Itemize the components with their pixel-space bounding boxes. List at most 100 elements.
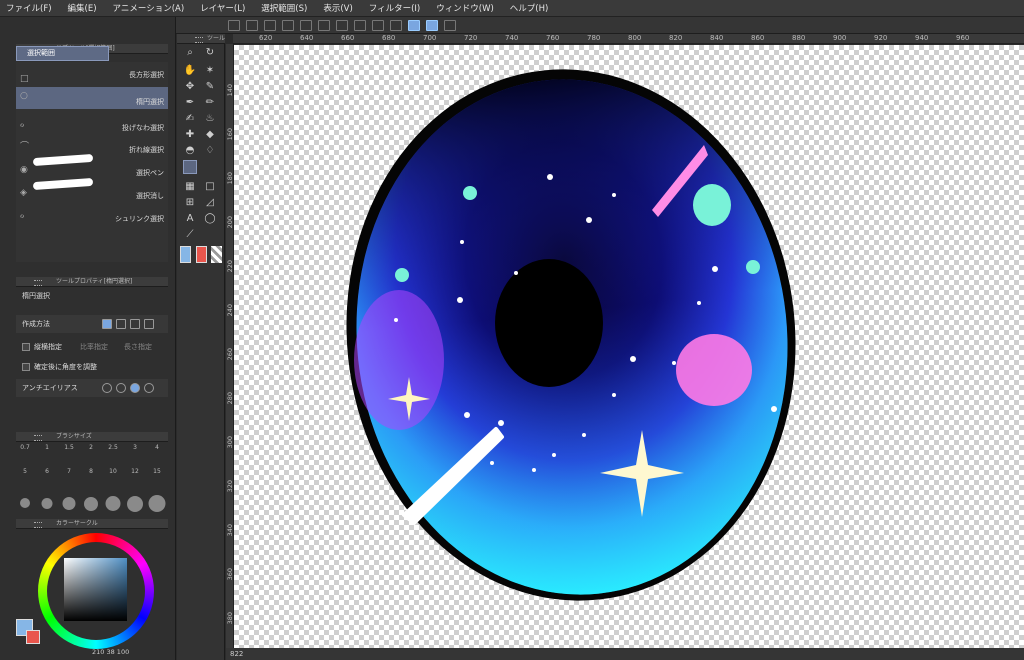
pencil-icon[interactable]: ✏	[203, 96, 217, 110]
brush-size-cell[interactable]: 2.5	[104, 444, 122, 464]
ruler-icon[interactable]: ◿	[203, 196, 217, 210]
fill-tool-icon[interactable]: ◓	[183, 144, 197, 158]
brush-size-label: 1.5	[64, 444, 74, 451]
subtool-lasso-select[interactable]: ℴ 投げなわ選択	[16, 116, 168, 138]
subtool-label: 長方形選択	[129, 71, 164, 79]
menu-help[interactable]: ヘルプ(H)	[510, 2, 549, 14]
selection-tool-icon[interactable]	[183, 160, 197, 174]
blend-icon[interactable]: ♢	[203, 144, 217, 158]
menu-animation[interactable]: アニメーション(A)	[113, 2, 185, 14]
figure-icon[interactable]: □	[203, 180, 217, 194]
magic-wand-icon[interactable]: ✶	[203, 64, 217, 78]
zoom-readout: 822	[230, 650, 244, 658]
brush-size-cell[interactable]: 0.7	[16, 444, 34, 464]
menu-view[interactable]: 表示(V)	[323, 2, 352, 14]
move-icon[interactable]: ✥	[183, 80, 197, 94]
menu-selection[interactable]: 選択範囲(S)	[261, 2, 307, 14]
zoom-icon[interactable]: ⌕	[183, 46, 197, 60]
undo-icon[interactable]	[282, 19, 294, 31]
brush-size-cell[interactable]: 10	[104, 468, 122, 488]
save-icon[interactable]	[264, 19, 276, 31]
brush-size-cell[interactable]: 3	[126, 444, 144, 464]
ratio-option[interactable]: 比率指定	[80, 338, 108, 356]
adjust-angle-checkbox[interactable]	[22, 363, 30, 371]
antialias-medium-icon[interactable]	[130, 383, 140, 393]
add-selection-icon[interactable]	[116, 319, 126, 329]
aspect-checkbox[interactable]	[22, 343, 30, 351]
subtool-label: シュリンク選択	[115, 215, 164, 223]
eyedropper-icon[interactable]: ✎	[203, 80, 217, 94]
snap-grid-icon[interactable]	[426, 19, 438, 31]
text-icon[interactable]: A	[183, 212, 197, 226]
brush-size-label: 10	[109, 468, 117, 475]
brush-size-dot[interactable]	[84, 497, 98, 511]
hand-icon[interactable]: ✋	[183, 64, 197, 78]
brush-size-cell[interactable]: 8	[82, 468, 100, 488]
antialias-strong-icon[interactable]	[144, 383, 154, 393]
open-file-icon[interactable]	[246, 19, 258, 31]
airbrush-icon[interactable]: ♨	[203, 112, 217, 126]
balloon-icon[interactable]: ◯	[203, 212, 217, 226]
decoration-icon[interactable]: ✚	[183, 128, 197, 142]
brush-size-cell[interactable]: 1	[38, 444, 56, 464]
brush-size-dot[interactable]	[105, 496, 121, 511]
brush-size-dot[interactable]	[127, 496, 143, 512]
brush-size-label: 7	[67, 468, 71, 475]
subtool-label: 投げなわ選択	[122, 124, 164, 132]
brush-size-cell[interactable]: 1.5	[60, 444, 78, 464]
snap-ruler-icon[interactable]	[408, 19, 420, 31]
brush-size-cell[interactable]: 6	[38, 468, 56, 488]
eraser-icon: ◈	[20, 188, 27, 198]
tool-sub-color[interactable]	[196, 246, 207, 263]
brush-size-cell[interactable]: 4	[148, 444, 166, 464]
brush-icon[interactable]: ✍	[183, 112, 197, 126]
brush-size-dot[interactable]	[62, 497, 76, 510]
antialias-none-icon[interactable]	[102, 383, 112, 393]
menu-filter[interactable]: フィルター(I)	[369, 2, 420, 14]
create-method-label: 作成方法	[22, 320, 50, 328]
deselect-icon[interactable]	[372, 19, 384, 31]
subtool-label: 楕円選択	[136, 98, 164, 106]
brush-size-dot[interactable]	[148, 495, 166, 512]
brush-size-dot[interactable]	[20, 498, 30, 508]
new-selection-icon[interactable]	[102, 319, 112, 329]
horizontal-ruler: 620 640 660 680 700 720 740 760 780 800 820 840 860 8…	[233, 34, 1024, 44]
fill-icon[interactable]	[336, 19, 348, 31]
saturation-value-square[interactable]	[64, 558, 127, 621]
clear-icon[interactable]	[318, 19, 330, 31]
subtool-group-tab[interactable]: 選択範囲	[16, 46, 109, 61]
brush-size-cell[interactable]: 7	[60, 468, 78, 488]
redo-icon[interactable]	[300, 19, 312, 31]
tool-main-color[interactable]	[180, 246, 191, 263]
snap-special-icon[interactable]	[444, 19, 456, 31]
invert-icon[interactable]	[390, 19, 402, 31]
menu-edit[interactable]: 編集(E)	[68, 2, 97, 14]
menu-file[interactable]: ファイル(F)	[6, 2, 52, 14]
brush-size-cell[interactable]: 15	[148, 468, 166, 488]
pen-tool-icon[interactable]: ✒	[183, 96, 197, 110]
brush-size-cell[interactable]: 2	[82, 444, 100, 464]
brush-size-cell[interactable]: 5	[16, 468, 34, 488]
brush-size-label: 8	[89, 468, 93, 475]
intersect-selection-icon[interactable]	[144, 319, 154, 329]
length-option[interactable]: 長さ指定	[124, 338, 152, 356]
transform-icon[interactable]	[354, 19, 366, 31]
transparent-color[interactable]	[211, 246, 222, 263]
subtract-selection-icon[interactable]	[130, 319, 140, 329]
frame-icon[interactable]: ⊞	[183, 196, 197, 210]
menu-window[interactable]: ウィンドウ(W)	[436, 2, 494, 14]
sub-color-swatch[interactable]	[26, 630, 40, 644]
canvas[interactable]	[234, 45, 1024, 648]
antialias-weak-icon[interactable]	[116, 383, 126, 393]
menu-layer[interactable]: レイヤー(L)	[200, 2, 245, 14]
brush-size-dot[interactable]	[41, 498, 53, 509]
gradient-icon[interactable]: ▦	[183, 180, 197, 194]
subtool-shrink-select[interactable]: ℴ シュリンク選択	[16, 207, 168, 229]
ruler-tick-label: 900	[833, 34, 847, 42]
brush-size-cell[interactable]: 12	[126, 468, 144, 488]
rotate-icon[interactable]: ↻	[203, 46, 217, 60]
subtool-ellipse-select[interactable]: ○ 楕円選択	[16, 87, 168, 109]
eraser-tool-icon[interactable]: ◆	[203, 128, 217, 142]
new-file-icon[interactable]	[228, 19, 240, 31]
correct-line-icon[interactable]: ⟋	[183, 228, 197, 242]
